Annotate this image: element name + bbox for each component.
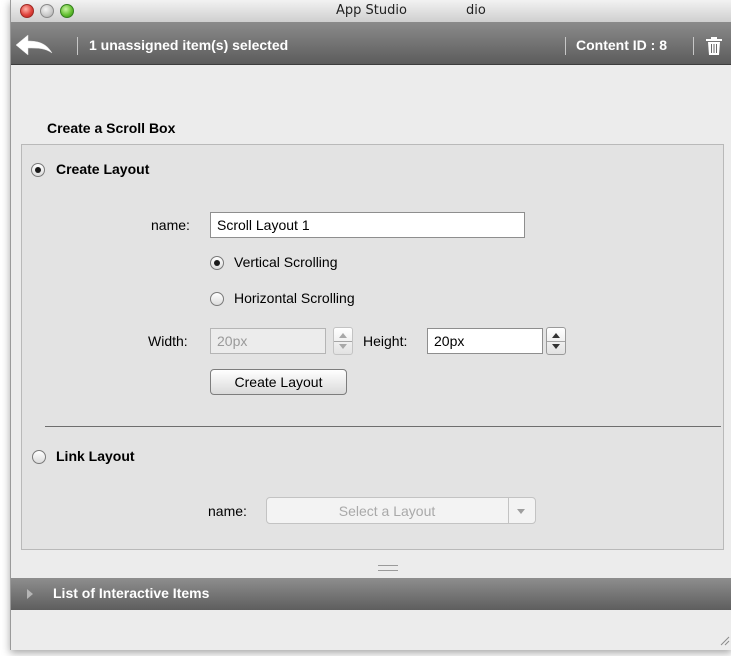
height-label: Height:: [363, 333, 408, 349]
content-id-label: Content ID : 8: [576, 37, 667, 53]
window-title-extra: dio: [466, 3, 486, 18]
width-label: Width:: [148, 333, 188, 349]
form-heading: Create a Scroll Box: [47, 120, 176, 136]
link-name-label: name:: [208, 503, 247, 519]
section-divider: [45, 426, 721, 427]
trash-icon[interactable]: [705, 36, 723, 56]
layout-name-label: name:: [151, 217, 190, 233]
create-layout-button[interactable]: Create Layout: [210, 369, 347, 395]
selection-status: 1 unassigned item(s) selected: [89, 37, 289, 53]
interactive-items-header[interactable]: List of Interactive Items: [11, 578, 731, 610]
toolbar-separator: [565, 37, 566, 55]
height-stepper[interactable]: [546, 327, 566, 355]
select-divider: [508, 498, 509, 523]
layout-name-input[interactable]: Scroll Layout 1: [210, 212, 525, 238]
create-layout-radio[interactable]: [31, 163, 45, 177]
width-input[interactable]: 20px: [210, 328, 326, 354]
toolbar-separator: [77, 37, 78, 55]
minimize-window-button[interactable]: [40, 4, 54, 18]
layout-select-placeholder: Select a Layout: [338, 503, 436, 519]
window-title: App Studio: [336, 3, 407, 18]
toolbar: 1 unassigned item(s) selected Content ID…: [11, 22, 731, 65]
app-window: App Studio dio 1 unassigned item(s) sele…: [10, 0, 731, 650]
toolbar-separator: [693, 37, 694, 55]
width-stepper[interactable]: [333, 327, 353, 355]
split-grip-handle[interactable]: [378, 565, 398, 571]
chevron-down-icon: [517, 509, 525, 514]
vertical-scrolling-label: Vertical Scrolling: [234, 254, 338, 270]
interactive-items-label: List of Interactive Items: [53, 585, 210, 601]
title-bar[interactable]: App Studio dio: [11, 0, 731, 23]
link-layout-radio[interactable]: [32, 450, 46, 464]
back-arrow-icon[interactable]: [14, 33, 54, 57]
horizontal-scrolling-radio[interactable]: [210, 292, 224, 306]
resize-grip-icon[interactable]: [720, 636, 730, 646]
close-window-button[interactable]: [20, 4, 34, 18]
layout-select[interactable]: Select a Layout: [266, 497, 536, 524]
zoom-window-button[interactable]: [60, 4, 74, 18]
link-layout-label: Link Layout: [56, 448, 135, 464]
height-input[interactable]: 20px: [427, 328, 543, 354]
horizontal-scrolling-label: Horizontal Scrolling: [234, 290, 355, 306]
disclosure-triangle-icon[interactable]: [27, 589, 33, 599]
create-layout-label: Create Layout: [56, 161, 150, 177]
vertical-scrolling-radio[interactable]: [210, 256, 224, 270]
